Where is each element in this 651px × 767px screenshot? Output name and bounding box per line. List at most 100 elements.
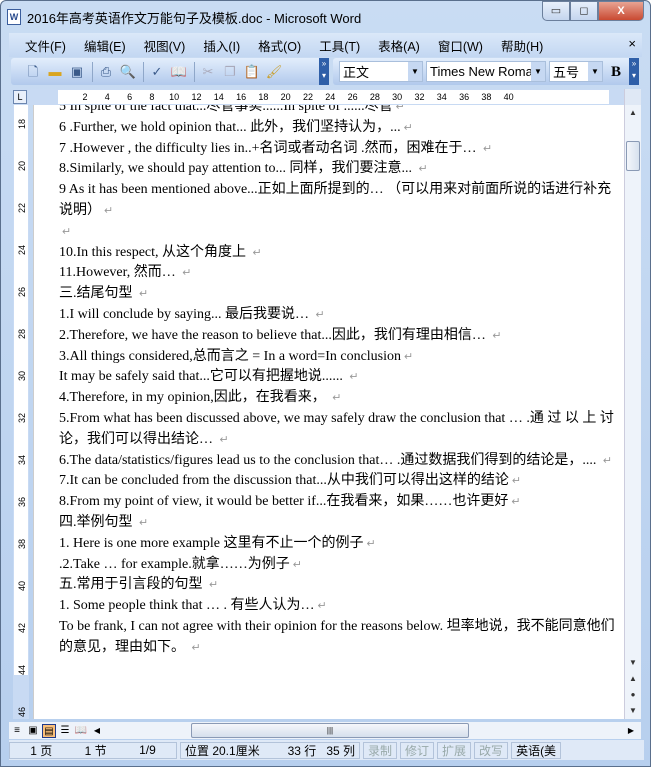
cut-icon[interactable]: ✂ xyxy=(198,63,218,81)
bold-button[interactable]: B xyxy=(606,63,626,81)
font-select[interactable]: Times New Roman ▼ xyxy=(426,61,546,82)
paragraph-line[interactable]: 4.Therefore, in my opinion,因此，在我看来， ↵ xyxy=(59,388,619,409)
paragraph-line[interactable]: .2.Take … for example.就拿……为例子 ↵ xyxy=(59,555,619,576)
extend-selection-indicator[interactable]: 扩展 xyxy=(437,741,472,759)
ruler-toggle[interactable] xyxy=(625,89,641,105)
paragraph-line[interactable]: 8.Similarly, we should pay attention to.… xyxy=(59,159,619,180)
web-view-icon[interactable]: ▣ xyxy=(26,724,40,738)
paragraph-line[interactable]: 1. Here is one more example 这里有不止一个的例子 ↵ xyxy=(59,534,619,555)
menu-format[interactable]: 格式(O) xyxy=(258,36,301,55)
paragraph-line[interactable]: 7.It can be concluded from the discussio… xyxy=(59,471,619,492)
paragraph-line[interactable]: 5 In spite of the fact that...尽管事实......… xyxy=(59,105,619,118)
menu-tools[interactable]: 工具(T) xyxy=(319,36,360,55)
paragraph-line[interactable]: 3.All things considered,总而言之 = In a word… xyxy=(59,347,619,368)
paragraph-line[interactable]: 1.I will conclude by saying... 最后我要说… ↵ xyxy=(59,305,619,326)
toolbar-options-chevron[interactable]: » ▾ xyxy=(629,58,639,85)
document-text[interactable]: 5 In spite of the fact that...尽管事实......… xyxy=(59,105,619,659)
spelling-icon[interactable]: ✓ xyxy=(147,63,167,81)
paragraph-line[interactable]: 五.常用于引言段的句型 ↵ xyxy=(59,575,619,596)
paragraph-line[interactable]: 5.From what has been discussed above, we… xyxy=(59,409,619,430)
separator xyxy=(194,61,195,82)
menu-edit[interactable]: 编辑(E) xyxy=(84,36,126,55)
menu-window[interactable]: 窗口(W) xyxy=(438,36,483,55)
paragraph-line[interactable]: 1. Some people think that … . 有些人认为… ↵ xyxy=(59,596,619,617)
word-app-icon[interactable]: W xyxy=(7,9,21,25)
research-icon[interactable]: 📖 xyxy=(169,63,189,81)
paragraph-line[interactable]: 的意见，理由如下。 ↵ xyxy=(59,638,619,659)
paste-icon[interactable]: 📋 xyxy=(242,63,262,81)
menu-file[interactable]: 文件(F) xyxy=(25,36,66,55)
paragraph-line[interactable]: 6 .Further, we hold opinion that... 此外，我… xyxy=(59,118,619,139)
line-text: It may be safely said that...它可以有把握地说...… xyxy=(59,369,347,385)
page-number: 1 页 xyxy=(30,743,53,758)
ruler-tick: 42 xyxy=(17,623,27,634)
horizontal-ruler[interactable]: L 2 4 6 8 10 12 14 16 18 20 22 24 26 28 30 32 34 36 38 40 xyxy=(13,89,624,105)
save-icon[interactable]: ▣ xyxy=(67,63,87,81)
menu-insert[interactable]: 插入(I) xyxy=(203,36,240,55)
line-text: 9 As it has been mentioned above...正如上面所… xyxy=(59,182,612,198)
font-size-select[interactable]: 五号 ▼ xyxy=(549,61,603,82)
menu-help[interactable]: 帮助(H) xyxy=(501,36,543,55)
paragraph-line[interactable]: It may be safely said that...它可以有把握地说...… xyxy=(59,367,619,388)
chevron-down-icon[interactable]: ▼ xyxy=(588,62,602,81)
separator xyxy=(92,61,93,82)
next-page-button[interactable]: ▼ xyxy=(625,703,641,719)
horizontal-scrollbar[interactable]: ≡ ▣ ▤ ☰ 📖 ◀ ||| ▶ xyxy=(9,722,641,739)
scroll-right-arrow[interactable]: ▶ xyxy=(624,724,638,738)
paragraph-line[interactable]: 2.Therefore, we have the reason to belie… xyxy=(59,326,619,347)
style-select[interactable]: 正文 ▼ xyxy=(339,61,423,82)
standard-toolbar: 🗋 ▬ ▣ ⎙ 🔍 ✓ 📖 ✂ ❐ 📋 🖌 » ▾ xyxy=(11,58,329,85)
paragraph-line[interactable]: ↵ xyxy=(59,222,619,243)
paragraph-line[interactable]: 10.In this respect, 从这个角度上 ↵ xyxy=(59,243,619,264)
record-macro-indicator[interactable]: 录制 xyxy=(363,741,398,759)
line-text: 的意见，理由如下。 xyxy=(59,639,189,655)
paragraph-line[interactable]: 9 As it has been mentioned above...正如上面所… xyxy=(59,180,619,201)
close-document-button[interactable]: × xyxy=(628,36,636,51)
document-page[interactable]: 5 In spite of the fact that...尽管事实......… xyxy=(33,105,624,719)
ruler-tick: 24 xyxy=(17,245,27,256)
scroll-up-arrow[interactable]: ▲ xyxy=(625,105,641,121)
paragraph-line[interactable]: 四.举例句型 ↵ xyxy=(59,513,619,534)
vertical-ruler[interactable]: 18 20 22 24 26 28 30 32 34 36 38 40 42 44 46 xyxy=(13,105,29,719)
copy-icon[interactable]: ❐ xyxy=(220,63,240,81)
paragraph-line[interactable]: 论，我们可以得出结论… ↵ xyxy=(59,430,619,451)
scroll-down-arrow[interactable]: ▼ xyxy=(625,655,641,671)
format-painter-icon[interactable]: 🖌 xyxy=(264,63,284,81)
normal-view-icon[interactable]: ≡ xyxy=(10,724,24,738)
print-icon[interactable]: ⎙ xyxy=(96,63,116,81)
tab-selector[interactable]: L xyxy=(13,90,27,104)
overtype-indicator[interactable]: 改写 xyxy=(474,741,509,759)
minimize-button[interactable]: ▭ xyxy=(542,1,570,21)
horizontal-scroll-thumb[interactable]: ||| xyxy=(191,723,469,738)
ruler-tick: 22 xyxy=(302,92,313,102)
vertical-scrollbar[interactable]: ▲ ▼ ▲ ● ▼ xyxy=(624,89,641,719)
line-text: 7 .However , the difficulty lies in..+名词… xyxy=(59,140,480,156)
chevron-down-icon[interactable]: ▼ xyxy=(408,62,422,81)
toolbar-options-chevron[interactable]: » ▾ xyxy=(319,58,329,85)
previous-page-button[interactable]: ▲ xyxy=(625,671,641,687)
paragraph-line[interactable]: 三.结尾句型 ↵ xyxy=(59,284,619,305)
browse-object-button[interactable]: ● xyxy=(625,687,641,703)
menu-table[interactable]: 表格(A) xyxy=(378,36,420,55)
paragraph-line[interactable]: 6.The data/statistics/figures lead us to… xyxy=(59,451,619,472)
open-folder-icon[interactable]: ▬ xyxy=(45,63,65,81)
menu-view[interactable]: 视图(V) xyxy=(144,36,186,55)
close-button[interactable]: X xyxy=(598,1,644,21)
track-changes-indicator[interactable]: 修订 xyxy=(400,741,435,759)
ruler-tick: 46 xyxy=(17,707,27,718)
menu-bar: 文件(F) 编辑(E) 视图(V) 插入(I) 格式(O) 工具(T) 表格(A… xyxy=(9,33,642,57)
paragraph-line[interactable]: 7 .However , the difficulty lies in..+名词… xyxy=(59,139,619,160)
new-document-icon[interactable]: 🗋 xyxy=(23,63,43,81)
scroll-thumb[interactable] xyxy=(626,141,640,171)
print-layout-view-icon[interactable]: ▤ xyxy=(42,723,56,738)
chevron-down-icon[interactable]: ▼ xyxy=(531,62,545,81)
maximize-button[interactable]: ◻ xyxy=(570,1,598,21)
language-indicator[interactable]: 英语(美 xyxy=(511,741,562,759)
outline-view-icon[interactable]: ☰ xyxy=(58,724,72,738)
paragraph-line[interactable]: To be frank, I can not agree with their … xyxy=(59,617,619,638)
reading-view-icon[interactable]: 📖 xyxy=(74,724,88,738)
paragraph-line[interactable]: 11.However, 然而… ↵ xyxy=(59,263,619,284)
print-preview-icon[interactable]: 🔍 xyxy=(118,63,138,81)
paragraph-line[interactable]: 说明） ↵ xyxy=(59,201,619,222)
paragraph-line[interactable]: 8.From my point of view, it would be bet… xyxy=(59,492,619,513)
